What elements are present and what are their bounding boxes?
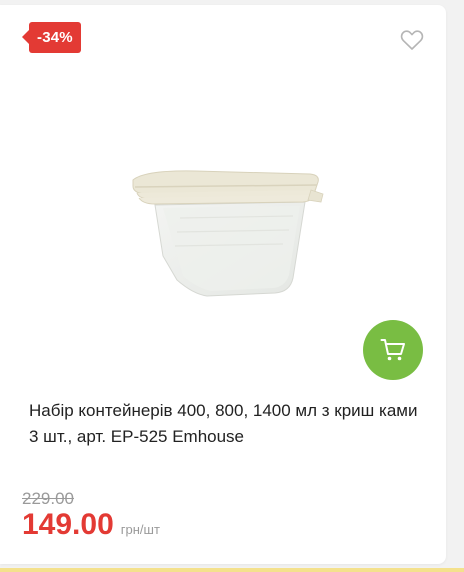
favorite-button[interactable]	[400, 29, 424, 51]
price-unit: грн/шт	[120, 522, 160, 537]
price-row: 149.00 грн/шт	[22, 508, 160, 542]
bottom-divider	[0, 568, 464, 572]
product-card: -34% Набір контейнерів 400, 800, 1400 мл…	[0, 5, 446, 564]
current-price: 149.00	[22, 508, 114, 541]
product-title[interactable]: Набір контейнерів 400, 800, 1400 мл з кр…	[29, 398, 421, 450]
old-price: 229.00	[22, 489, 74, 508]
product-image[interactable]	[125, 160, 325, 310]
discount-badge: -34%	[22, 22, 81, 53]
add-to-cart-button[interactable]	[363, 320, 423, 380]
cart-icon	[380, 339, 405, 361]
heart-icon	[400, 30, 424, 50]
